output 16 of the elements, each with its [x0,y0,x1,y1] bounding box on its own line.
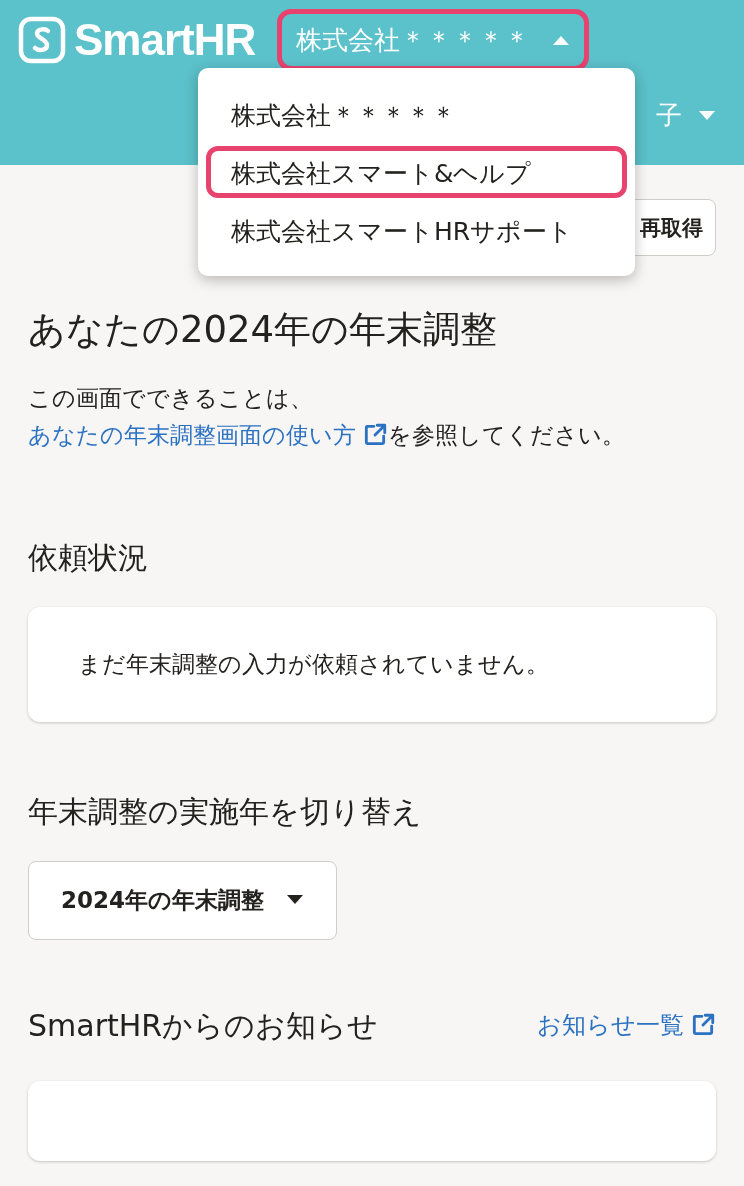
section-heading: SmartHRからのお知らせ [28,1006,379,1045]
logo-text: SmartHR [74,15,256,65]
status-message: まだ年末調整の入力が依頼されていません。 [78,650,549,677]
caret-icon [552,34,571,46]
caret-icon [698,109,716,122]
intro-text: この画面でできることは、 あなたの年末調整画面の使い方 を参照してください。 [28,380,716,454]
company-menu-item[interactable]: 株式会社スマート&ヘルプ [206,146,627,198]
company-menu-item[interactable]: 株式会社スマートHRサポート [206,204,627,256]
help-link[interactable]: あなたの年末調整画面の使い方 [28,416,388,454]
page-title: あなたの2024年の年末調整 [28,307,499,353]
section-heading: 年末調整の実施年を切り替え [28,792,423,831]
company-menu-item[interactable]: 株式会社＊＊＊＊＊ [206,88,627,140]
section-heading: 依頼状況 [28,538,149,577]
logo-icon [18,16,66,64]
year-dropdown[interactable]: 2024年の年末調整 [28,860,337,940]
notices-link[interactable]: お知らせ一覧 [537,1009,716,1042]
